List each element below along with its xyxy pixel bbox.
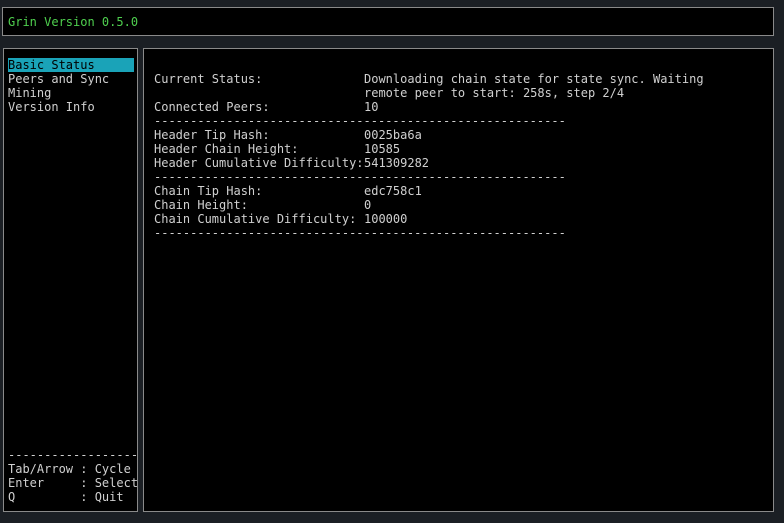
header-chain-height-value: 10585 xyxy=(364,142,401,156)
keyboard-help: ------------------ Tab/Arrow : Cycle Ent… xyxy=(8,448,138,504)
status-content: Current Status: Downloading chain state … xyxy=(154,72,754,240)
sidebar: Basic Status Peers and Sync Mining Versi… xyxy=(3,48,138,512)
sidebar-menu: Basic Status Peers and Sync Mining Versi… xyxy=(8,58,134,114)
separator: ----------------------------------------… xyxy=(154,170,566,184)
chain-height-value: 0 xyxy=(364,198,372,212)
separator: ----------------------------------------… xyxy=(154,114,566,128)
sidebar-item-basic-status[interactable]: Basic Status xyxy=(8,58,134,72)
header-tip-hash-value: 0025ba6a xyxy=(364,128,422,142)
basic-status-panel: Current Status: Downloading chain state … xyxy=(143,48,774,512)
app-title: Grin Version 0.5.0 xyxy=(8,15,139,29)
sidebar-item-peers-and-sync[interactable]: Peers and Sync xyxy=(8,72,134,86)
chain-cumulative-difficulty-row: Chain Cumulative Difficulty: 100000 xyxy=(154,212,754,226)
header-tip-hash-row: Header Tip Hash: 0025ba6a xyxy=(154,128,754,142)
connected-peers-label: Connected Peers: xyxy=(154,100,270,114)
separator: ----------------------------------------… xyxy=(154,226,566,240)
chain-tip-hash-row: Chain Tip Hash: edc758c1 xyxy=(154,184,754,198)
header-cumulative-difficulty-row: Header Cumulative Difficulty: 541309282 xyxy=(154,156,754,170)
header-chain-height-row: Header Chain Height: 10585 xyxy=(154,142,754,156)
sidebar-item-mining[interactable]: Mining xyxy=(8,86,134,100)
connected-peers-value: 10 xyxy=(364,100,379,114)
current-status-value: Downloading chain state for state sync. … xyxy=(364,72,704,100)
sidebar-item-version-info[interactable]: Version Info xyxy=(8,100,134,114)
help-line-select: Enter : Select xyxy=(8,476,139,490)
chain-tip-hash-value: edc758c1 xyxy=(364,184,422,198)
current-status-label: Current Status: xyxy=(154,72,263,86)
chain-cumulative-difficulty-label: Chain Cumulative Difficulty: xyxy=(154,212,357,226)
help-line-quit: Q : Quit xyxy=(8,490,124,504)
chain-cumulative-difficulty-value: 100000 xyxy=(364,212,408,226)
header-tip-hash-label: Header Tip Hash: xyxy=(154,128,270,142)
title-bar: Grin Version 0.5.0 xyxy=(2,7,774,36)
header-cumulative-difficulty-label: Header Cumulative Difficulty: xyxy=(154,156,364,170)
header-cumulative-difficulty-value: 541309282 xyxy=(364,156,430,170)
current-status-row: Current Status: Downloading chain state … xyxy=(154,72,754,100)
connected-peers-row: Connected Peers: 10 xyxy=(154,100,754,114)
help-separator: ------------------ xyxy=(8,448,139,462)
chain-height-label: Chain Height: xyxy=(154,198,248,212)
help-line-cycle: Tab/Arrow : Cycle xyxy=(8,462,131,476)
chain-tip-hash-label: Chain Tip Hash: xyxy=(154,184,263,198)
chain-height-row: Chain Height: 0 xyxy=(154,198,754,212)
header-chain-height-label: Header Chain Height: xyxy=(154,142,299,156)
